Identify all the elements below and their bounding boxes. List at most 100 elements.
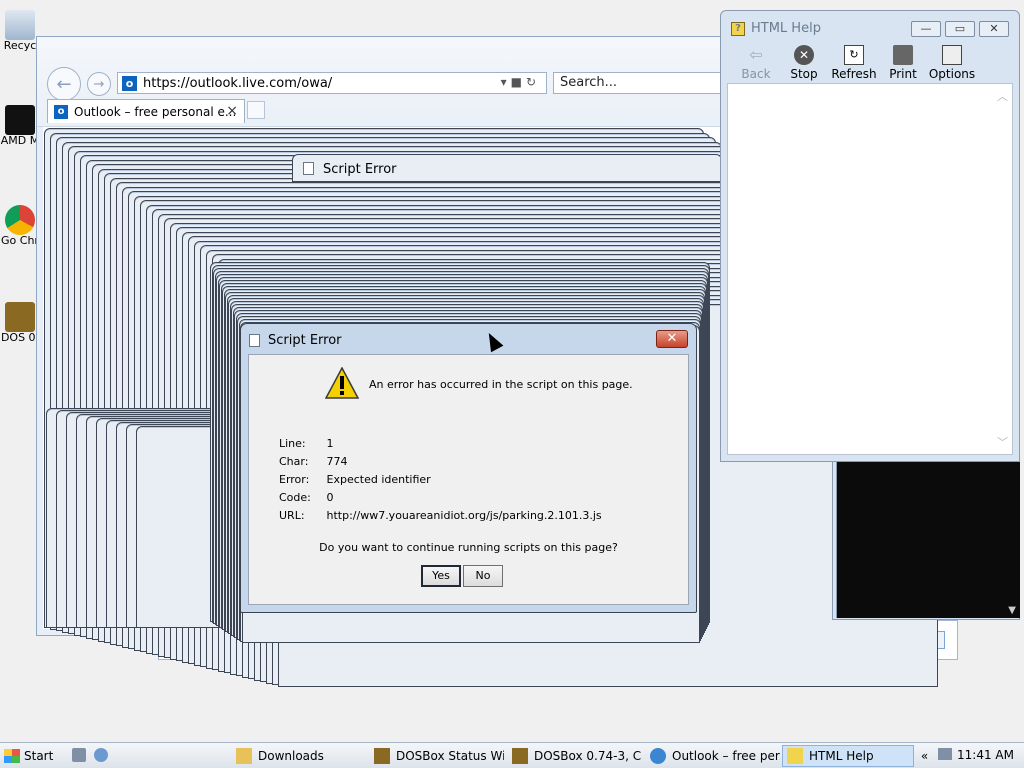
- no-button[interactable]: No: [463, 565, 503, 587]
- url-label: URL:: [279, 509, 305, 522]
- close-button[interactable]: ✕: [979, 21, 1009, 37]
- help-stop-button[interactable]: ✕ Stop: [779, 45, 829, 81]
- refresh-icon: ↻: [844, 45, 864, 65]
- quicklaunch-ie-icon[interactable]: [94, 748, 108, 762]
- network-icon[interactable]: [938, 748, 952, 760]
- printer-icon: [893, 45, 913, 65]
- stop-label: Stop: [790, 67, 818, 81]
- dosbox-icon: [5, 302, 35, 332]
- code-label: Code:: [279, 491, 311, 504]
- address-bar[interactable]: o https://outlook.live.com/owa/ ▾■↻: [117, 72, 547, 94]
- tray-overflow-icon: «: [920, 749, 929, 763]
- dialog-close-button[interactable]: ✕: [656, 330, 688, 348]
- lock-icon[interactable]: ■: [511, 75, 526, 89]
- close-icon: ✕: [989, 22, 999, 35]
- help-back-button[interactable]: ⇦ Back: [731, 45, 781, 81]
- desktop-icon-amd[interactable]: AMD M: [0, 105, 40, 147]
- refresh-icon[interactable]: ↻: [526, 75, 540, 89]
- maximize-button[interactable]: ▭: [945, 21, 975, 37]
- error-value: Expected identifier: [326, 473, 431, 486]
- taskbar-item-html-help[interactable]: HTML Help: [782, 745, 914, 767]
- dropdown-icon[interactable]: ▾: [501, 75, 511, 89]
- tab-close-icon[interactable]: ×: [226, 103, 238, 119]
- address-tools: ▾■↻: [501, 75, 540, 89]
- minimize-icon: —: [920, 22, 932, 35]
- scroll-down-icon[interactable]: ﹀: [997, 434, 1008, 450]
- back-label: Back: [741, 67, 771, 81]
- detail-error: Error: Expected identifier: [279, 473, 431, 486]
- task-label: DOSBox Status Wi...: [396, 749, 504, 763]
- help-scrollbar[interactable]: ︿ ﹀: [995, 84, 1012, 454]
- outlook-favicon-icon: o: [54, 104, 68, 119]
- help-content-pane[interactable]: ︿ ﹀: [727, 83, 1013, 455]
- html-help-window: ? HTML Help — ▭ ✕ ⇦ Back ✕ Stop ↻ Refres…: [720, 10, 1020, 462]
- dosbox-icon: [374, 748, 390, 764]
- document-icon: [303, 162, 314, 175]
- forward-button[interactable]: →: [87, 72, 111, 96]
- desktop-icon-label: DOS 0.: [0, 331, 40, 344]
- help-print-button[interactable]: Print: [878, 45, 928, 81]
- minimize-button[interactable]: —: [911, 21, 941, 37]
- outlook-favicon-icon: o: [122, 75, 137, 91]
- large-icons-view-icon[interactable]: [927, 631, 945, 649]
- new-tab-button[interactable]: [247, 101, 265, 119]
- detail-line: Line: 1: [279, 437, 334, 450]
- desktop-icon-label: Recyc: [3, 39, 37, 52]
- desktop-icon-label: AMD M: [0, 134, 40, 147]
- help-refresh-button[interactable]: ↻ Refresh: [829, 45, 879, 81]
- desktop-icon-recycle-bin[interactable]: Recyc: [0, 10, 40, 52]
- taskbar-item-downloads[interactable]: Downloads: [232, 745, 366, 767]
- options-icon: [942, 45, 962, 65]
- error-message: An error has occurred in the script on t…: [369, 378, 633, 391]
- taskbar-clock[interactable]: 11:41 AM: [957, 748, 1014, 762]
- continue-question: Do you want to continue running scripts …: [319, 541, 618, 554]
- amd-ryzen-master-icon: [5, 105, 35, 135]
- desktop-icon-dosbox[interactable]: DOS 0.: [0, 302, 40, 344]
- task-label: Outlook – free per...: [672, 749, 780, 763]
- taskbar-item-dosbox[interactable]: DOSBox 0.74-3, C...: [508, 745, 642, 767]
- scroll-up-icon[interactable]: ︿: [997, 88, 1008, 104]
- taskbar-item-outlook[interactable]: Outlook – free per...: [646, 745, 780, 767]
- windows-logo-icon: [4, 749, 20, 763]
- char-label: Char:: [279, 455, 309, 468]
- forward-arrow-icon: →: [93, 76, 105, 92]
- line-value: 1: [326, 437, 334, 450]
- maximize-icon: ▭: [954, 22, 966, 35]
- details-view-icon[interactable]: [905, 631, 923, 649]
- help-icon: ?: [731, 21, 745, 36]
- warning-icon: [325, 367, 359, 399]
- back-button[interactable]: ←: [47, 67, 81, 101]
- url-value: http://ww7.youareanidiot.org/js/parking.…: [326, 509, 602, 522]
- help-options-button[interactable]: Options: [927, 45, 977, 81]
- desktop-icon-label: Go Chr: [1, 234, 39, 247]
- ghost-dialog-titlebar: Script Error: [292, 154, 722, 182]
- show-desktop-icon[interactable]: [72, 748, 86, 762]
- recycle-bin-icon: [5, 10, 35, 40]
- browser-tab-outlook[interactable]: o Outlook – free personal e... ×: [47, 99, 245, 123]
- taskbar: Start Downloads DOSBox Status Wi... DOSB…: [0, 742, 1024, 768]
- search-placeholder: Search...: [560, 75, 618, 90]
- help-titlebar: ? HTML Help: [731, 21, 821, 36]
- dosbox-icon: [512, 748, 528, 764]
- tray-overflow[interactable]: «: [921, 748, 952, 763]
- dialog-titlebar: Script Error: [249, 330, 342, 350]
- help-icon: [787, 748, 803, 764]
- dialog-body: An error has occurred in the script on t…: [248, 354, 689, 605]
- line-label: Line:: [279, 437, 306, 450]
- start-label: Start: [24, 749, 54, 763]
- desktop-icon-chrome[interactable]: Go Chr: [0, 205, 40, 247]
- dosbox-console: ▼: [836, 458, 1020, 618]
- detail-code: Code: 0: [279, 491, 334, 504]
- script-error-dialog: Script Error ✕ An error has occurred in …: [240, 323, 697, 613]
- address-text: https://outlook.live.com/owa/: [143, 75, 333, 91]
- task-label: HTML Help: [809, 749, 874, 763]
- refresh-label: Refresh: [831, 67, 877, 81]
- tab-label: Outlook – free personal e...: [74, 104, 237, 119]
- task-label: DOSBox 0.74-3, C...: [534, 749, 642, 763]
- back-arrow-icon: ⇦: [749, 45, 763, 64]
- taskbar-item-dosbox-status[interactable]: DOSBox Status Wi...: [370, 745, 504, 767]
- start-button[interactable]: Start: [4, 746, 53, 766]
- scroll-down-icon[interactable]: ▼: [1008, 605, 1016, 616]
- task-label: Downloads: [258, 749, 324, 763]
- yes-button[interactable]: Yes: [421, 565, 461, 587]
